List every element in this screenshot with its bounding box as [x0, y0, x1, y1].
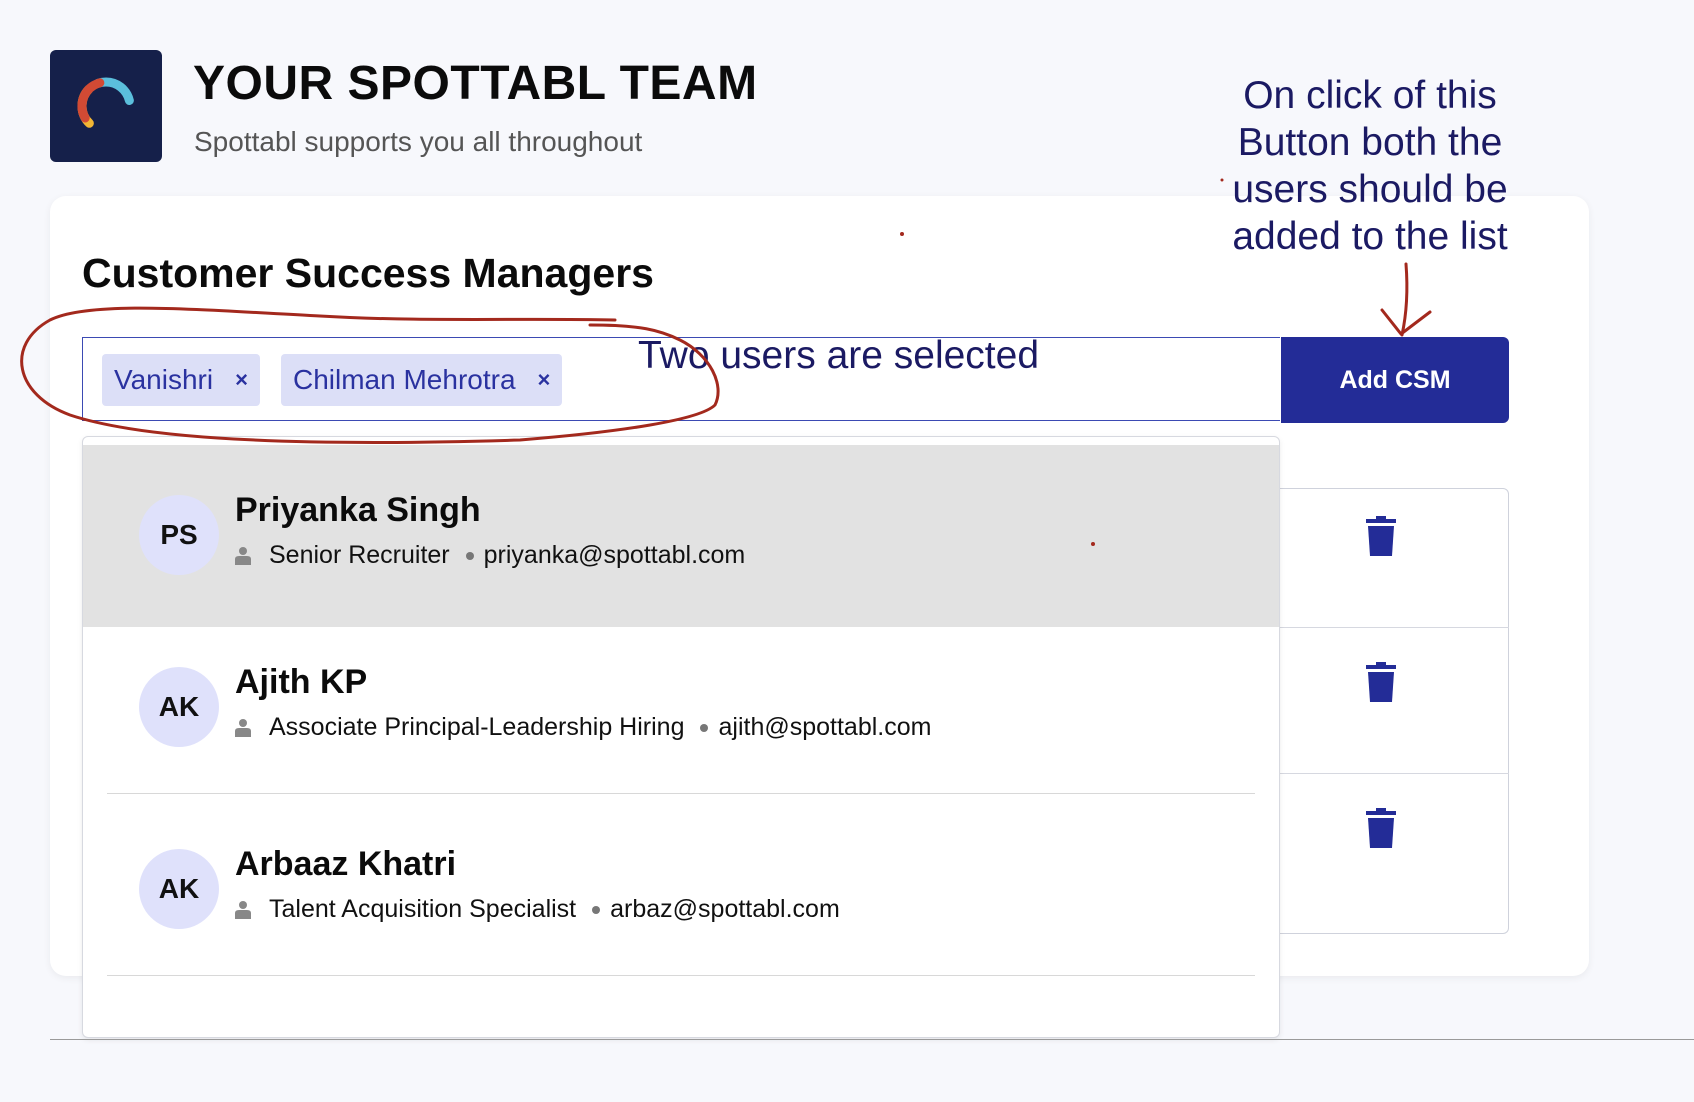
spottabl-ring-logo-icon [77, 77, 135, 135]
option-email: arbaz@spottabl.com [610, 895, 840, 923]
person-icon [235, 718, 251, 737]
delete-icon[interactable] [1366, 662, 1396, 707]
annotation-line: Button both the [1237, 121, 1503, 164]
dropdown-option[interactable]: AK Arbaaz Khatri Talent Acquisition Spec… [83, 809, 1279, 991]
avatar: AK [139, 667, 219, 747]
chip-remove-icon[interactable]: × [235, 367, 248, 393]
annotation-line: On click of this [1243, 74, 1497, 117]
person-icon [235, 900, 251, 919]
avatar: AK [139, 849, 219, 929]
option-role: Talent Acquisition Specialist [269, 895, 577, 923]
option-email: ajith@spottabl.com [718, 713, 932, 741]
option-meta: Senior Recruiter priyanka@spottabl.com [235, 541, 745, 570]
csm-list-divider [1270, 773, 1509, 774]
delete-icon[interactable] [1366, 516, 1396, 561]
option-name: Arbaaz Khatri [235, 845, 457, 883]
chip-label: Chilman Mehrotra [293, 364, 516, 395]
delete-icon[interactable] [1366, 808, 1396, 853]
option-name: Ajith KP [235, 663, 368, 701]
option-meta: Associate Principal-Leadership Hiring aj… [235, 713, 931, 742]
option-email: priyanka@spottabl.com [483, 541, 746, 569]
add-csm-button[interactable]: Add CSM [1281, 337, 1509, 423]
page-title: YOUR SPOTTABL TEAM [193, 57, 758, 110]
page-divider [50, 1039, 1694, 1040]
separator-dot [592, 905, 601, 914]
user-dropdown: PS Priyanka Singh Senior Recruiter priya… [82, 436, 1280, 1038]
csm-list-divider [1270, 627, 1509, 628]
option-role: Senior Recruiter [269, 541, 450, 569]
avatar: PS [139, 495, 219, 575]
person-icon [235, 546, 251, 565]
option-meta: Talent Acquisition Specialist arbaz@spot… [235, 895, 840, 924]
option-name: Priyanka Singh [235, 491, 481, 529]
page-subtitle: Spottabl supports you all throughout [194, 126, 643, 157]
option-role: Associate Principal-Leadership Hiring [269, 713, 685, 741]
option-divider [107, 793, 1255, 794]
chip-remove-icon[interactable]: × [538, 367, 551, 393]
chip-label: Vanishri [114, 364, 214, 395]
spottabl-logo [50, 50, 162, 162]
annotation-line: added to the list [1232, 215, 1508, 258]
dropdown-option[interactable]: PS Priyanka Singh Senior Recruiter priya… [83, 445, 1279, 627]
option-divider [107, 975, 1255, 976]
selected-chip: Vanishri × [102, 354, 260, 406]
annotation-button-note: On click of this Button both the users s… [1210, 72, 1530, 260]
dropdown-option[interactable]: AK Ajith KP Associate Principal-Leadersh… [83, 627, 1279, 809]
annotation-selection-note: Two users are selected [638, 334, 1040, 377]
section-title: Customer Success Managers [82, 250, 654, 296]
separator-dot [700, 723, 709, 732]
separator-dot [465, 551, 474, 560]
annotation-line: users should be [1232, 168, 1508, 211]
selected-chip: Chilman Mehrotra × [281, 354, 563, 406]
